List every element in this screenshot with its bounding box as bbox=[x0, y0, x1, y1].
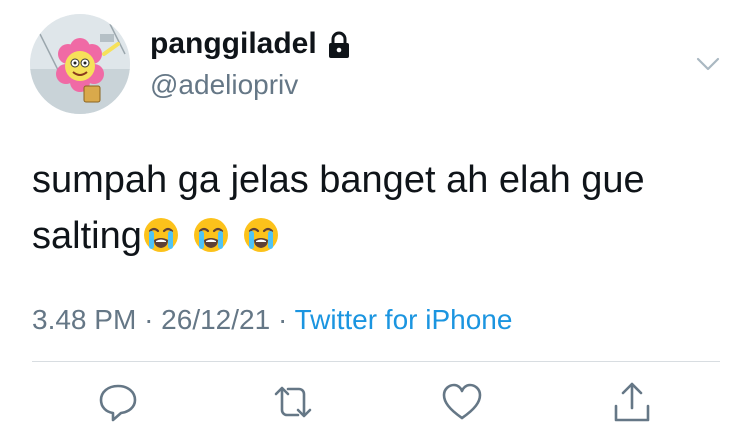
meta-separator: · bbox=[277, 304, 288, 335]
reply-icon[interactable] bbox=[98, 380, 138, 426]
share-icon[interactable] bbox=[612, 380, 652, 426]
retweet-icon[interactable] bbox=[270, 380, 316, 426]
display-name-row[interactable]: panggiladel bbox=[150, 26, 351, 62]
display-name[interactable]: panggiladel bbox=[150, 26, 317, 62]
tweet-text-word: salting bbox=[32, 215, 142, 257]
meta-separator: · bbox=[144, 304, 154, 335]
avatar-image bbox=[30, 14, 130, 114]
tweet-time[interactable]: 3.48 PM bbox=[32, 304, 136, 335]
action-bar bbox=[0, 380, 750, 430]
loudly-crying-face-icon bbox=[242, 214, 280, 252]
chevron-down-icon[interactable] bbox=[694, 50, 722, 78]
tweet-meta: 3.48 PM · 26/12/21 · Twitter for iPhone bbox=[32, 302, 512, 338]
user-handle[interactable]: @adeliopriv bbox=[150, 68, 298, 102]
divider bbox=[32, 361, 720, 362]
heart-icon[interactable] bbox=[441, 380, 483, 426]
tweet-source-link[interactable]: Twitter for iPhone bbox=[295, 304, 513, 335]
loudly-crying-face-icon bbox=[192, 214, 230, 252]
tweet-text-line-1: sumpah ga jelas banget ah elah gue bbox=[32, 159, 645, 201]
tweet-text: sumpah ga jelas banget ah elah gue salti… bbox=[32, 152, 722, 264]
loudly-crying-face-icon bbox=[142, 214, 180, 252]
tweet-text-line-2: salting bbox=[32, 208, 722, 264]
lock-icon bbox=[327, 31, 351, 59]
avatar[interactable] bbox=[30, 14, 130, 114]
tweet-date[interactable]: 26/12/21 bbox=[161, 304, 270, 335]
